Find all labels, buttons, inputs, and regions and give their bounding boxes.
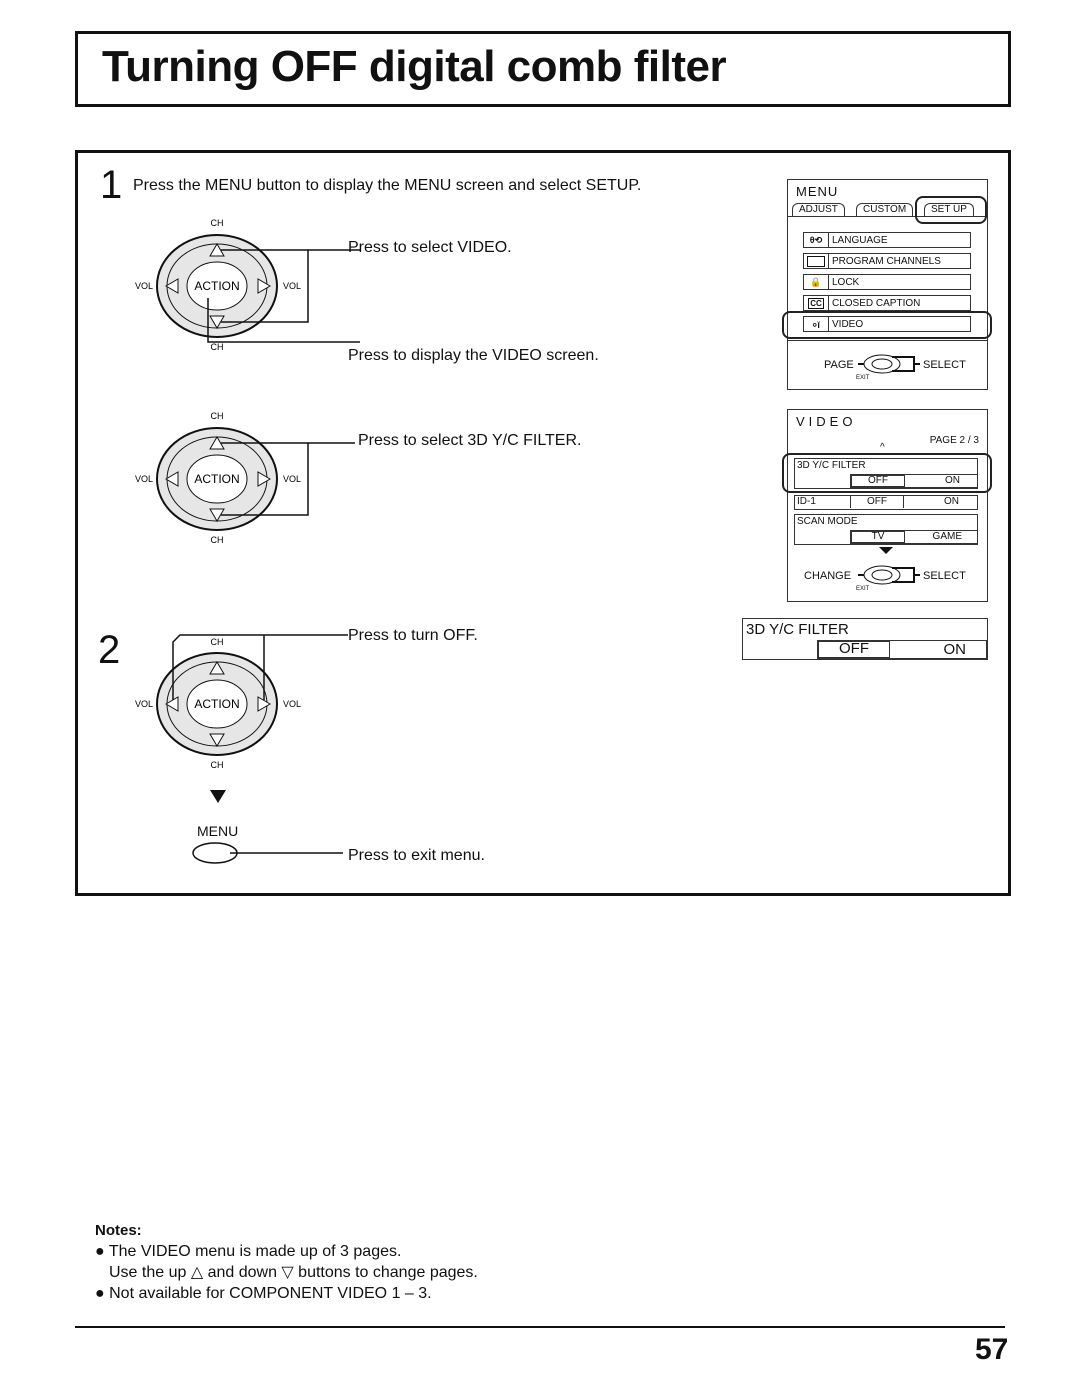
step-number-2: 2 — [98, 628, 121, 672]
footer-change-label: CHANGE — [804, 570, 852, 582]
notes-heading: Notes: — [95, 1222, 142, 1239]
filter-selector[interactable]: OFF ON — [817, 640, 987, 659]
ch-label: CH — [211, 637, 224, 647]
callout-turn-off: Press to turn OFF. — [348, 627, 478, 644]
option-game[interactable]: GAME — [905, 531, 977, 543]
note-item: ● The VIDEO menu is made up of 3 pages. — [95, 1243, 402, 1260]
menu-item-label: PROGRAM CHANNELS — [832, 255, 941, 267]
ch-label: CH — [211, 535, 224, 545]
option-label: SCAN MODE — [797, 516, 858, 527]
selected-option-highlight — [782, 453, 992, 493]
title-box: Turning OFF digital comb filter — [75, 31, 1011, 107]
notes-section: Notes: ● The VIDEO menu is made up of 3 … — [95, 1220, 478, 1304]
selected-item-highlight — [782, 311, 992, 339]
exit-label: EXIT — [856, 375, 870, 381]
vol-label-left: VOL — [135, 474, 153, 484]
remote-control-3: CH ACTION VOL VOL CH — [135, 634, 348, 770]
action-dpad-icon — [858, 565, 920, 585]
vol-label-left: VOL — [135, 281, 153, 291]
page-down-icon[interactable] — [879, 547, 893, 554]
cc-icon: CC — [804, 296, 829, 310]
lock-icon: 🔒 — [804, 275, 829, 289]
tab-custom[interactable]: CUSTOM — [856, 203, 914, 216]
menu-screen: MENU ADJUST CUSTOM SET UP θ⟲ LANGUAGE PR… — [782, 179, 992, 390]
step1-instruction: Press the MENU button to display the MEN… — [133, 177, 642, 194]
vol-label-right: VOL — [283, 281, 301, 291]
remote-control-2: CH ACTION VOL VOL CH — [135, 411, 355, 545]
filter-option-on[interactable]: ON — [890, 641, 986, 658]
callout-display-video: Press to display the VIDEO screen. — [348, 347, 599, 364]
filter-banner: 3D Y/C FILTER OFF ON — [742, 618, 988, 660]
menu-item-label: LANGUAGE — [832, 234, 888, 246]
vol-label-left: VOL — [135, 699, 153, 709]
vol-label-right: VOL — [283, 474, 301, 484]
action-label: ACTION — [194, 279, 239, 293]
footer-page-label: PAGE — [824, 359, 854, 371]
video-screen-title: VIDEO — [796, 414, 857, 429]
footer-select-label: SELECT — [923, 570, 966, 582]
note-item: ● Not available for COMPONENT VIDEO 1 – … — [95, 1285, 432, 1302]
tab-adjust[interactable]: ADJUST — [792, 203, 845, 216]
menu-item-lock[interactable]: 🔒 LOCK — [803, 274, 971, 290]
option-selector[interactable]: TV GAME — [850, 530, 978, 544]
menu-item-label: LOCK — [832, 276, 860, 288]
option-off[interactable]: OFF — [850, 496, 904, 508]
note-item: Use the up △ and down ▽ buttons to chang… — [109, 1264, 478, 1281]
video-screen: VIDEO PAGE 2 / 3 ^ 3D Y/C FILTER OFF ON … — [782, 409, 992, 602]
ch-label: CH — [211, 342, 224, 352]
option-tv[interactable]: TV — [851, 531, 905, 543]
page-title: Turning OFF digital comb filter — [102, 42, 727, 91]
selected-tab-highlight — [915, 196, 987, 224]
step-number-1: 1 — [100, 163, 123, 207]
menu-screen-title: MENU — [796, 184, 839, 199]
footer-rule — [75, 1326, 1005, 1328]
option-label: ID-1 — [797, 496, 816, 507]
down-triangle-icon — [210, 790, 226, 803]
menu-button-label: MENU — [197, 823, 239, 839]
callout-select-filter: Press to select 3D Y/C FILTER. — [358, 432, 582, 449]
option-selector[interactable]: OFF ON — [850, 496, 976, 508]
exit-label: EXIT — [856, 586, 870, 592]
ch-label: CH — [211, 760, 224, 770]
callout-select-video: Press to select VIDEO. — [348, 239, 512, 256]
action-dpad-icon — [858, 354, 920, 374]
page-indicator: PAGE 2 / 3 — [929, 435, 979, 446]
menu-item-closed-caption[interactable]: CC CLOSED CAPTION — [803, 295, 971, 311]
menu-button[interactable] — [190, 840, 345, 866]
tv-icon — [804, 254, 829, 268]
option-scan-mode[interactable]: SCAN MODE TV GAME — [794, 514, 978, 545]
option-id1[interactable]: ID-1 OFF ON — [794, 495, 978, 510]
action-label: ACTION — [194, 472, 239, 486]
callout-exit-menu: Press to exit menu. — [348, 847, 485, 864]
language-icon: θ⟲ — [804, 233, 829, 247]
remote-control-1: CH ACTION VOL VOL CH — [135, 218, 360, 352]
page-number: 57 — [975, 1333, 1009, 1366]
footer-select-label: SELECT — [923, 359, 966, 371]
filter-label: 3D Y/C FILTER — [746, 621, 849, 638]
vol-label-right: VOL — [283, 699, 301, 709]
ch-label: CH — [211, 411, 224, 421]
menu-item-label: CLOSED CAPTION — [832, 297, 921, 309]
filter-option-off[interactable]: OFF — [818, 641, 890, 658]
menu-item-program-channels[interactable]: PROGRAM CHANNELS — [803, 253, 971, 269]
menu-item-language[interactable]: θ⟲ LANGUAGE — [803, 232, 971, 248]
option-on[interactable]: ON — [904, 496, 976, 508]
page-up-icon[interactable]: ^ — [880, 442, 885, 453]
ch-label: CH — [211, 218, 224, 228]
footer-divider — [788, 340, 987, 341]
action-label: ACTION — [194, 697, 239, 711]
